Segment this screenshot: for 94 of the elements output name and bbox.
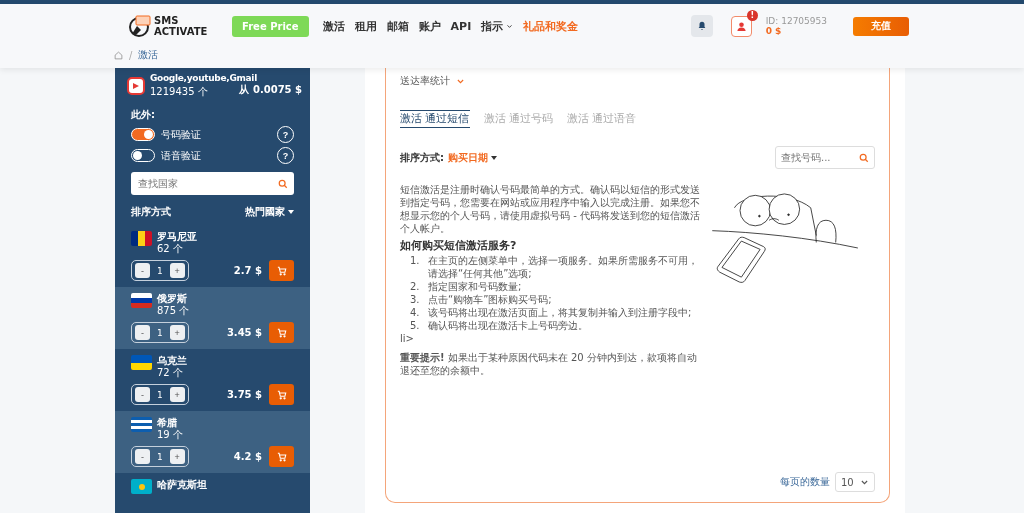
country-price: 3.45 $ [226,327,262,338]
cart-icon [276,265,287,276]
intro-paragraph: 短信激活是注册时确认号码最简单的方式。确认码以短信的形式发送到指定号码，您需要在网站或应用程序中输入以完成注册。如果您不想显示您的个人号码，请使用虚拟号码 - 代码将发送到您的短信激活个人帐户。 [400,183,700,235]
nav-link[interactable]: 激活 [322,18,345,34]
country-price: 4.2 $ [233,451,262,462]
notification-badge: ! [746,9,758,21]
balance: 0 $ [765,26,783,36]
minus-button[interactable]: - [135,449,150,464]
nav-link[interactable]: 指示 [481,18,514,34]
caret-icon [491,155,497,160]
country-search-field[interactable]: 查找国家 [131,172,294,195]
sort-dropdown[interactable]: 热門國家 [245,205,294,219]
number-count: 62 个 [157,243,184,255]
tab[interactable]: 激活 通过短信 [400,110,470,128]
step-text: 在主页的左侧菜单中，选择一项服务。如果所需服务不可用，请选择“任何其他”选项; [428,254,699,280]
play-icon [127,77,145,95]
nav-link[interactable]: API [450,19,472,33]
romania-flag-icon [131,231,152,246]
per-page-select[interactable]: 10 [835,472,875,492]
country-price: 2.7 $ [233,265,262,276]
breadcrumb-separator: / [129,49,133,61]
step-number: 2. [410,280,421,293]
country-name: 哈萨克斯坦 [157,479,207,491]
cart-icon [276,451,287,462]
step-text: 点击“购物车”图标购买号码; [428,293,552,306]
russia-flag-icon [131,293,152,308]
stats-toggle[interactable]: 送达率统计 [400,74,465,88]
refund-note: 重要提示! 如果出于某种原因代码未在 20 分钟内到达，款项将自动退还至您的余额中。 [400,351,698,377]
country-name: 乌克兰 [157,355,187,367]
service-price: 从 0.0075 $ [239,83,302,97]
plus-button[interactable]: + [169,325,185,340]
step-text: 该号码将出现在激活页面上，将其复制并输入到注册字段中; [428,306,692,319]
step-text: 确认码将出现在激活卡上号码旁边。 [428,319,588,332]
greece-flag-icon [131,417,152,432]
minus-button[interactable]: - [135,387,150,402]
bell-icon [696,21,707,31]
toggle-switch[interactable] [131,128,155,141]
logo-text: SMS [154,15,180,26]
logo-icon [128,14,152,38]
plus-button[interactable]: + [169,387,185,402]
cart-button[interactable] [269,384,294,405]
howto-heading: 如何购买短信激活服务? [400,239,518,252]
cart-button[interactable] [269,322,294,343]
number-count: 875 个 [157,305,190,317]
sort-label: 排序方式: [400,150,444,165]
quantity-value: 1 [157,265,163,276]
user-icon [735,20,747,32]
search-icon[interactable] [859,152,869,163]
nav-link[interactable]: 账户 [418,18,441,34]
cart-button[interactable] [269,446,294,467]
country-row[interactable]: 俄罗斯 875 个 - 1 + 3.45 $ [115,287,310,349]
logo-text: ACTIVATE [154,26,208,37]
minus-button[interactable]: - [135,263,150,278]
ukraine-flag-icon [131,355,152,370]
country-name: 希腊 [157,417,178,429]
search-icon[interactable] [278,178,288,189]
caret-icon [288,210,294,214]
step-number: 5. [410,319,421,332]
quantity-value: 1 [157,451,163,462]
breadcrumb-link[interactable]: 激活 [138,48,159,62]
kazakhstan-flag-icon [131,479,152,494]
nav-link[interactable]: 邮箱 [386,18,409,34]
step-number: 1. [410,254,421,268]
plus-button[interactable]: + [169,449,185,464]
quantity-value: 1 [157,389,163,400]
service-name: Google,youtube,Gmail [150,73,258,83]
bell-button[interactable] [690,15,713,37]
country-row[interactable]: 希腊 19 个 - 1 + 4.2 $ [115,411,310,473]
step-number: 4. [410,306,421,319]
country-price: 3.75 $ [226,389,262,400]
nav-link[interactable]: 租用 [354,18,377,34]
country-name: 罗马尼亚 [157,231,197,243]
minus-button[interactable]: - [135,325,150,340]
toggle-label: 号码验证 [161,127,202,142]
plus-button[interactable]: + [169,263,185,278]
chevron-down-icon [506,22,514,30]
cart-icon [276,327,287,338]
section-label: 此外: [130,108,156,122]
cart-button[interactable] [269,260,294,281]
step-text: 指定国家和号码数量; [428,280,522,293]
user-button[interactable] [730,15,752,37]
cart-icon [276,389,287,400]
quantity-value: 1 [157,327,163,338]
sort-label: 排序方式 [131,205,171,219]
step-number: 3. [410,293,421,306]
number-search-field[interactable]: 查找号码... [775,146,875,169]
service-count: 1219435 个 [150,85,208,99]
stray-text: li> [400,332,415,345]
toggle-label: 语音验证 [161,148,202,163]
country-name: 俄罗斯 [157,293,188,305]
number-count: 72 个 [157,367,184,379]
per-page-label: 每页的数量 [780,475,830,489]
user-id: ID: 12705953 [765,16,827,26]
number-count: 19 个 [157,429,183,441]
